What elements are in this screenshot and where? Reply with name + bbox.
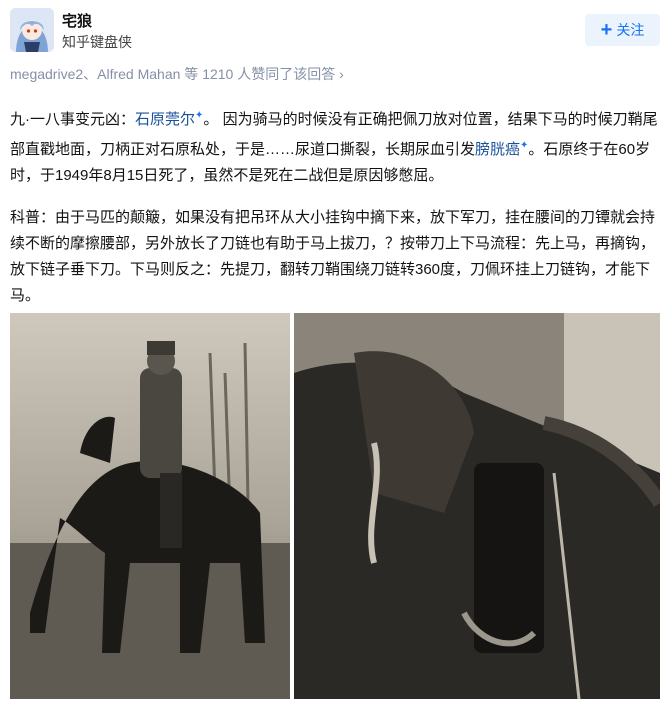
author-name[interactable]: 宅狼 — [62, 10, 92, 31]
follow-button[interactable]: + 关注 — [585, 14, 660, 46]
follow-label: 关注 — [616, 22, 645, 38]
author-info: 宅狼 知乎键盘侠 + 关注 — [10, 8, 660, 54]
voters-summary[interactable]: megadrive2、Alfred Mahan 等 1210 人赞同了该回答 › — [10, 64, 344, 84]
chevron-right-icon: › — [339, 66, 344, 82]
voters-text: megadrive2、Alfred Mahan 等 1210 人赞同了该回答 — [10, 66, 336, 82]
paragraph: 九·一八事变元凶：石原莞尔✦。 因为骑马的时候没有正确把佩刀放对位置，结果下马的… — [10, 103, 660, 189]
avatar[interactable] — [10, 8, 54, 52]
topic-link-ishiwara[interactable]: 石原莞尔 — [135, 111, 195, 128]
paragraph-text: 九·一八事变元凶： — [10, 111, 135, 128]
photo-rider-on-horse[interactable] — [10, 313, 290, 699]
author-headline: 知乎键盘侠 — [62, 34, 132, 50]
topic-link-bladder-cancer[interactable]: 膀胱癌 — [475, 141, 520, 158]
answer-images — [10, 313, 660, 699]
photo-saddle-closeup[interactable] — [294, 313, 660, 699]
paragraph: 科普：由于马匹的颠簸，如果没有把吊环从大小挂钩中摘下来，放下军刀，挂在腰间的刀镡… — [10, 209, 656, 304]
answer-content: 九·一八事变元凶：石原莞尔✦。 因为骑马的时候没有正确把佩刀放对位置，结果下马的… — [10, 103, 660, 325]
plus-icon: + — [600, 19, 613, 41]
